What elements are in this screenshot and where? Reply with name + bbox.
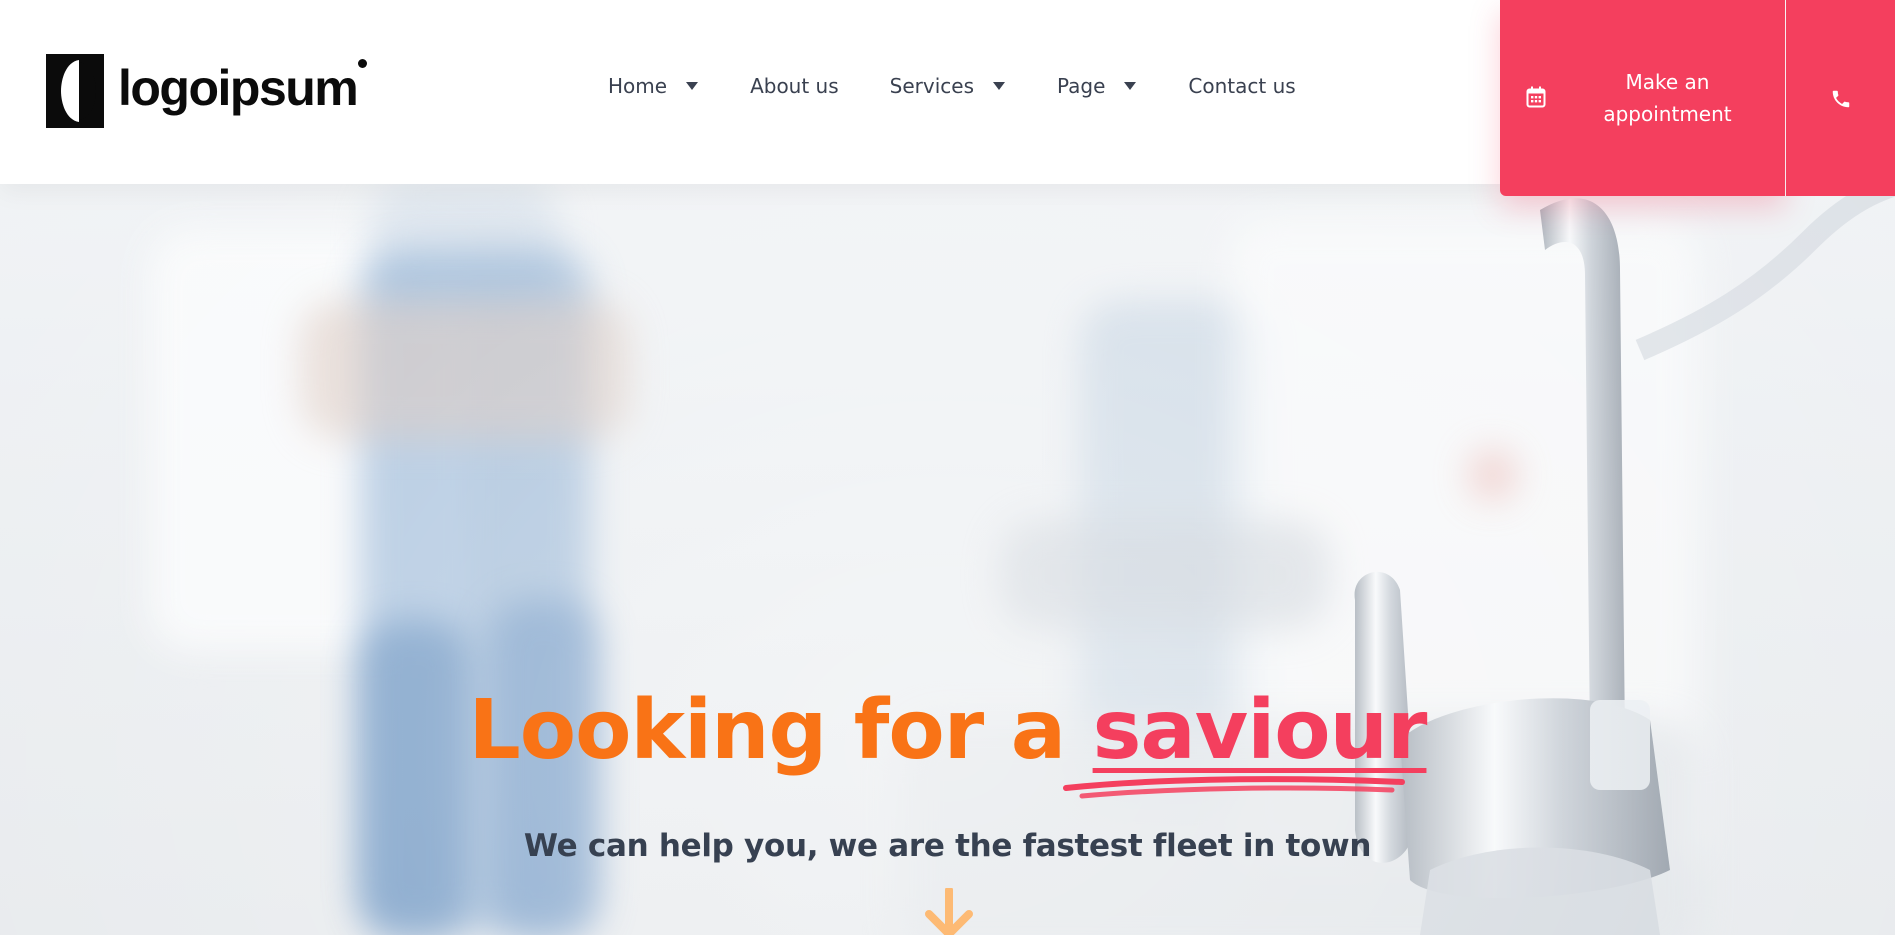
main-nav: Home About us Services Page Contact us	[608, 74, 1296, 98]
caret-down-icon	[993, 82, 1005, 90]
underline-scribble	[1063, 776, 1405, 799]
nav-item-about[interactable]: About us	[750, 74, 839, 98]
phone-button[interactable]	[1786, 0, 1895, 196]
logo[interactable]: logoipsum	[46, 53, 368, 129]
make-appointment-button[interactable]: Make an appointment	[1500, 0, 1785, 196]
headline-accent-text: saviour	[1092, 683, 1428, 778]
logo-dot	[358, 59, 368, 68]
nav-item-label: Services	[889, 74, 974, 98]
headline-main-text: Looking for a	[468, 683, 1093, 778]
nav-item-label: About us	[750, 74, 839, 98]
arrow-down-icon[interactable]	[921, 888, 977, 935]
calendar-icon	[1526, 86, 1546, 108]
appointment-label: Make an appointment	[1603, 70, 1732, 126]
nav-item-label: Contact us	[1188, 74, 1296, 98]
logo-mark-icon	[46, 54, 104, 128]
phone-icon	[1832, 90, 1849, 108]
nav-item-label: Page	[1057, 74, 1106, 98]
nav-item-home[interactable]: Home	[608, 74, 699, 98]
hero-subline: We can help you, we are the fastest flee…	[523, 828, 1372, 864]
caret-down-icon	[686, 82, 699, 90]
nav-item-contact[interactable]: Contact us	[1188, 74, 1295, 98]
nav-item-page[interactable]: Page	[1057, 74, 1137, 98]
site-header: logoipsum Home About us Services Page Co…	[0, 0, 1500, 184]
logo-text: logoipsum	[118, 60, 359, 116]
caret-down-icon	[1124, 82, 1137, 90]
nav-item-services[interactable]: Services	[890, 74, 1006, 98]
nav-item-label: Home	[608, 74, 668, 98]
hero-headline: Looking for a saviour	[0, 690, 1895, 772]
